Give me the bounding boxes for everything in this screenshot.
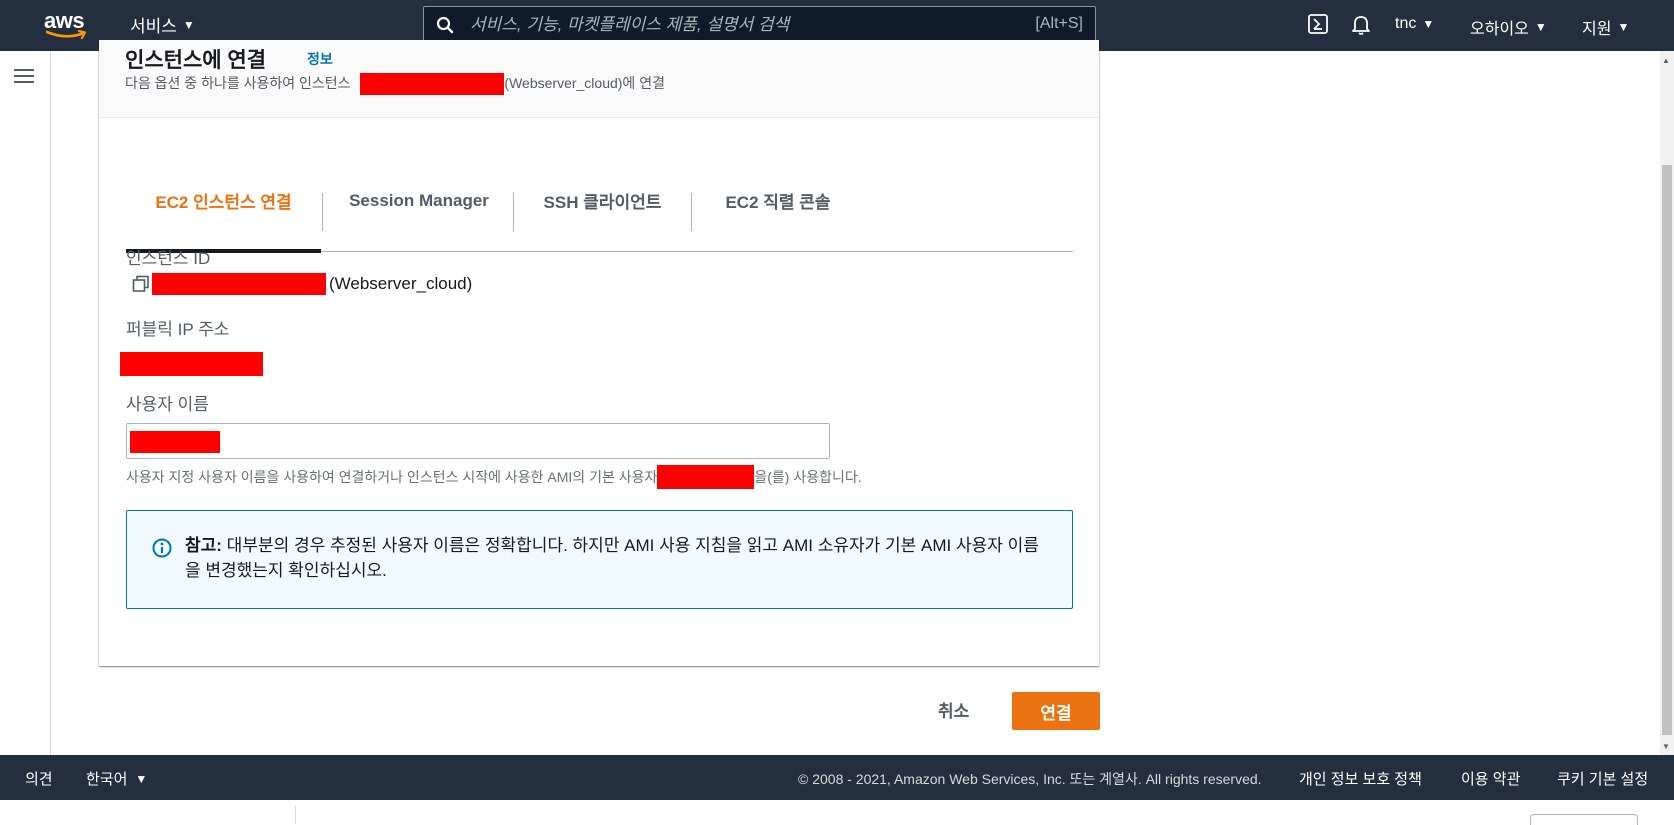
region-label: 오하이오 [1470,21,1529,38]
search-icon [436,16,454,34]
panel-header: 인스턴스에 연결 정보 다음 옵션 중 하나를 사용하여 인스턴스 (Webse… [99,40,1099,118]
redacted-instance-id [360,73,505,96]
tab-label: EC2 인스턴스 연결 [155,193,292,212]
cancel-button[interactable]: 취소 [938,697,969,722]
redacted-default-username [657,465,755,489]
info-circle-icon [152,538,172,558]
redacted-public-ip [120,352,263,376]
connect-instance-panel: 인스턴스에 연결 정보 다음 옵션 중 하나를 사용하여 인스턴스 (Webse… [99,40,1099,666]
scroll-up-icon[interactable]: ▲ [1662,56,1670,65]
feedback-link[interactable]: 의견 [25,768,53,789]
redacted-instance-id [152,273,326,295]
subtitle-suffix: (Webserver_cloud)에 연결 [504,75,665,91]
tab-label: EC2 직렬 콘솔 [725,193,831,212]
scrollbar-thumb[interactable] [1662,165,1672,735]
panel-subtitle: 다음 옵션 중 하나를 사용하여 인스턴스 (Webserver_cloud)에… [125,73,665,96]
hint-prefix: 사용자 지정 사용자 이름을 사용하여 연결하거나 인스턴스 시작에 사용한 A… [126,469,658,485]
bell-icon[interactable] [1351,14,1371,36]
alert-message: 참고: 대부분의 경우 추정된 사용자 이름은 정확합니다. 하지만 AMI 사… [185,533,1050,583]
alert-body: 대부분의 경우 추정된 사용자 이름은 정확합니다. 하지만 AMI 사용 지침… [185,536,1039,580]
region-menu[interactable]: 오하이오 ▼ [1470,15,1547,39]
support-label: 지원 [1582,21,1612,38]
connection-method-tabs: EC2 인스턴스 연결 Session Manager SSH 클라이언트 EC… [126,151,1073,253]
public-ip-label: 퍼블릭 IP 주소 [126,320,230,339]
search-input[interactable] [468,7,992,43]
connect-button[interactable]: 연결 [1012,692,1100,730]
search-bar[interactable]: [Alt+S] [423,6,1096,43]
tab-ec2-instance-connect[interactable]: EC2 인스턴스 연결 [126,151,321,250]
caret-down-icon: ▼ [1534,20,1547,34]
caret-down-icon: ▼ [1617,20,1630,34]
divider [295,806,296,824]
connect-button-label: 연결 [1040,703,1072,723]
username-hint: 사용자 지정 사용자 이름을 사용하여 연결하거나 인스턴스 시작에 사용한 A… [126,465,862,489]
username-field[interactable] [126,423,830,459]
user-menu[interactable]: tnc ▼ [1395,15,1434,33]
language-label: 한국어 [86,771,128,788]
caret-down-icon: ▼ [135,771,148,786]
subtitle-prefix: 다음 옵션 중 하나를 사용하여 인스턴스 [125,75,351,91]
info-alert: 참고: 대부분의 경우 추정된 사용자 이름은 정확합니다. 하지만 AMI 사… [126,510,1073,609]
tab-ssh-client[interactable]: SSH 클라이언트 [514,151,691,250]
username-label: 사용자 이름 [126,395,209,414]
aws-smile-icon [46,30,87,40]
services-label: 서비스 [130,17,177,36]
scroll-down-icon[interactable]: ▼ [1662,742,1670,751]
caret-down-icon: ▼ [1422,17,1435,31]
tab-ec2-serial-console[interactable]: EC2 직렬 콘솔 [692,151,864,250]
info-link[interactable]: 정보 [307,49,333,69]
services-menu[interactable]: 서비스 ▼ [130,12,195,37]
cloudshell-icon[interactable] [1308,14,1328,34]
instance-name: (Webserver_cloud) [329,274,473,293]
below-footer-area [0,800,1674,824]
alert-title: 참고: [185,536,222,555]
user-label: tnc [1395,15,1417,32]
redacted-username [130,431,220,453]
partial-element [1530,814,1638,825]
tab-session-manager[interactable]: Session Manager [323,151,515,250]
hint-suffix: 을(를) 사용합니다. [754,469,862,485]
cookie-preferences-link[interactable]: 쿠키 기본 설정 [1557,768,1648,789]
terms-link[interactable]: 이용 약관 [1461,768,1520,789]
search-shortcut-hint: [Alt+S] [1035,15,1083,32]
tab-label: SSH 클라이언트 [543,193,662,212]
copyright-text: © 2008 - 2021, Amazon Web Services, Inc.… [798,771,1262,787]
privacy-policy-link[interactable]: 개인 정보 보호 정책 [1299,768,1422,789]
instance-id-label: 인스턴스 ID [126,249,211,268]
language-selector[interactable]: 한국어 ▼ [86,768,147,789]
support-menu[interactable]: 지원 ▼ [1582,15,1629,39]
sidebar-divider [50,51,51,755]
footer: 의견 한국어 ▼ © 2008 - 2021, Amazon Web Servi… [0,755,1674,800]
caret-down-icon: ▼ [182,17,195,32]
copy-icon[interactable] [132,275,150,293]
aws-logo[interactable]: aws [44,8,94,42]
instance-id-value: (Webserver_cloud) [132,273,472,295]
tab-label: Session Manager [349,190,489,210]
page-title: 인스턴스에 연결 [125,49,267,72]
hamburger-menu-icon[interactable] [14,68,34,84]
username-input[interactable] [131,428,825,456]
